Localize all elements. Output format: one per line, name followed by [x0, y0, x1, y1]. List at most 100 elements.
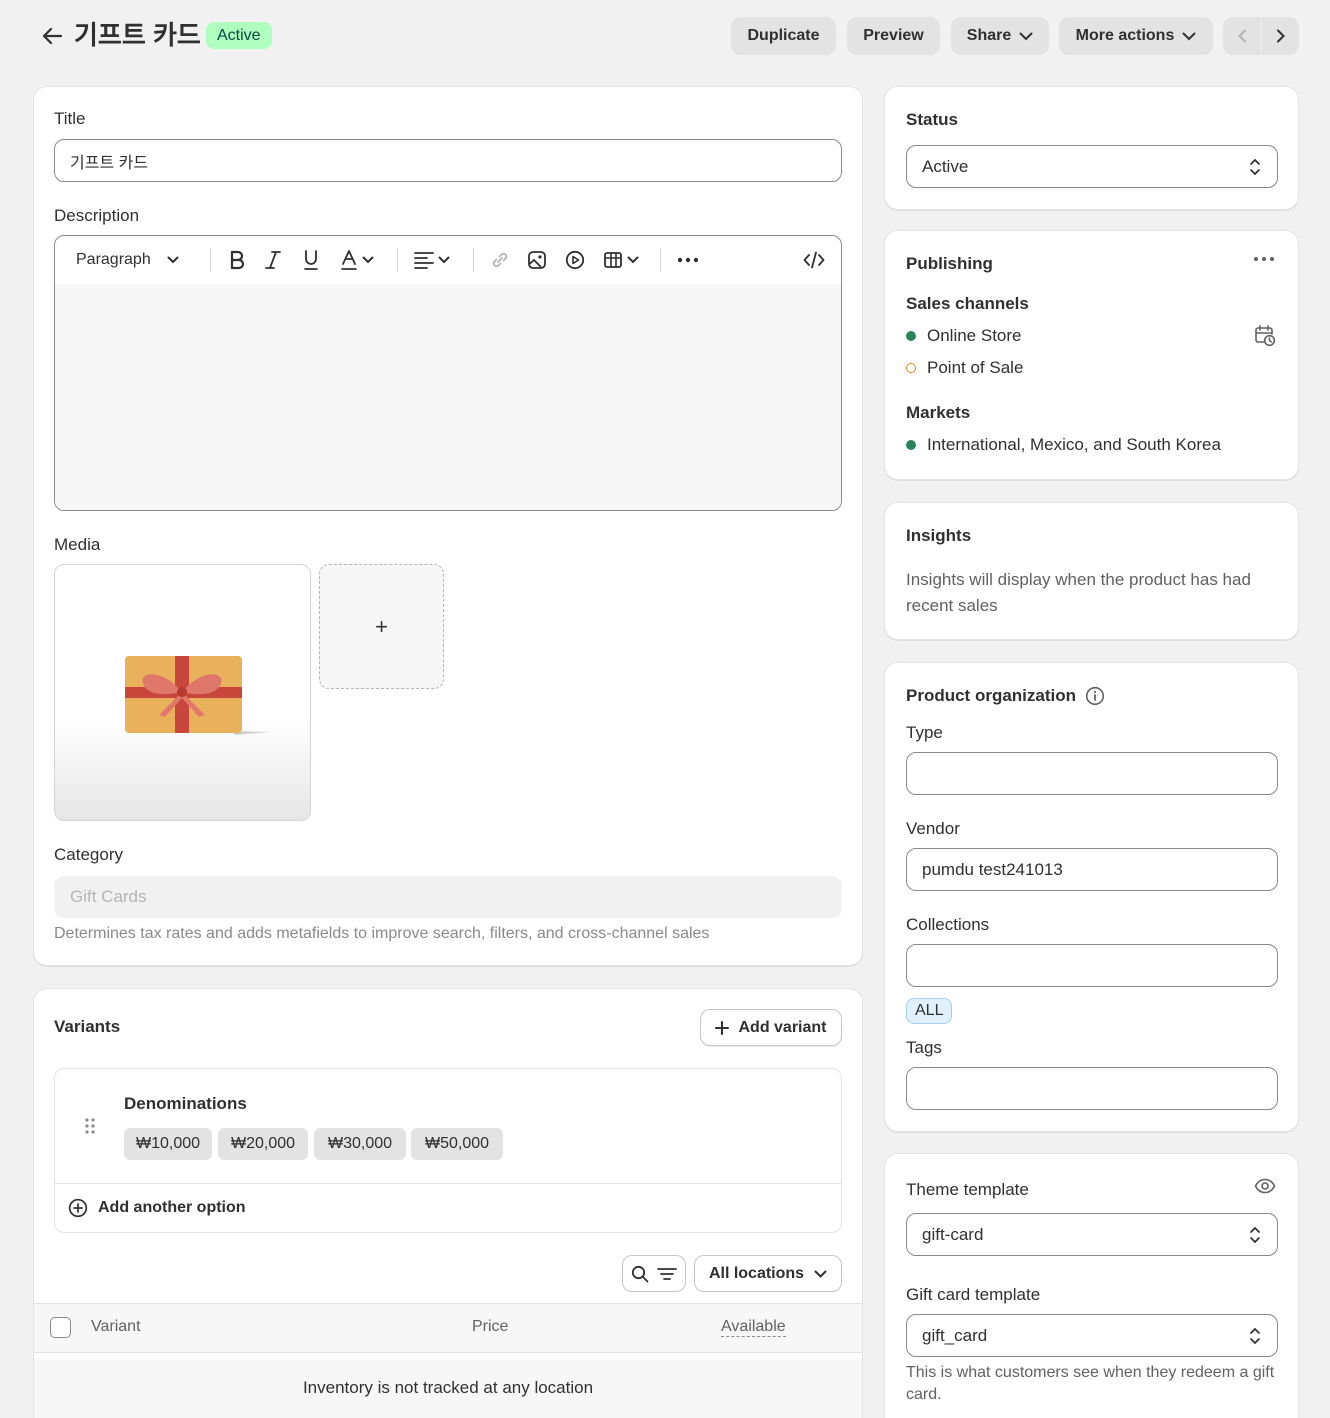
share-button[interactable]: Share [951, 17, 1049, 55]
gift-card-template-value: gift_card [922, 1325, 988, 1345]
collections-label: Collections [906, 915, 990, 934]
select-arrows-icon [1250, 1226, 1260, 1244]
more-actions-label: More actions [1075, 27, 1175, 44]
category-input[interactable]: Gift Cards [54, 876, 842, 918]
image-icon [528, 251, 546, 269]
media-thumbnail[interactable] [54, 564, 311, 821]
gift-card-template-label: Gift card template [906, 1285, 1041, 1304]
option-value-chip[interactable]: ₩30,000 [314, 1128, 406, 1160]
filter-icon [657, 1267, 677, 1280]
preview-button[interactable]: Preview [847, 17, 940, 55]
tags-input[interactable] [906, 1067, 1278, 1110]
locations-dropdown[interactable]: All locations [694, 1255, 842, 1292]
more-actions-button[interactable]: More actions [1059, 17, 1213, 55]
link-icon [492, 252, 508, 268]
column-header-price[interactable]: Price [472, 1318, 508, 1336]
add-media-button[interactable]: + [319, 564, 444, 689]
type-input[interactable] [906, 752, 1278, 795]
chevron-down-icon [438, 256, 450, 264]
markets-list: International, Mexico, and South Korea [906, 435, 1221, 455]
more-formatting-button[interactable] [677, 247, 699, 273]
drag-handle-icon[interactable] [84, 1117, 96, 1135]
product-organization-heading: Product organization [906, 686, 1076, 705]
previous-product-button[interactable] [1223, 17, 1261, 55]
chevron-down-icon [814, 1270, 827, 1278]
align-button[interactable] [414, 247, 450, 273]
gift-card-image [125, 656, 270, 735]
description-editor [54, 235, 842, 511]
theme-template-label: Theme template [906, 1180, 1029, 1199]
select-all-checkbox[interactable] [50, 1317, 71, 1338]
chevron-down-icon [362, 256, 374, 264]
add-variant-button[interactable]: Add variant [700, 1009, 842, 1046]
info-icon[interactable] [1085, 686, 1105, 706]
vendor-label: Vendor [906, 819, 960, 838]
search-filter-button[interactable] [622, 1255, 686, 1292]
empty-inventory-message: Inventory is not tracked at any location [302, 1378, 594, 1397]
duplicate-button[interactable]: Duplicate [731, 17, 836, 55]
publishing-menu-button[interactable] [1253, 256, 1275, 262]
editor-body[interactable] [55, 284, 841, 510]
add-another-option-button[interactable]: Add another option [68, 1196, 246, 1220]
select-arrows-icon [1250, 158, 1260, 176]
markets-label: Markets [906, 403, 971, 422]
channel-online-store: Online Store [906, 326, 1022, 346]
column-header-variant[interactable]: Variant [91, 1318, 141, 1336]
paragraph-format-dropdown[interactable]: Paragraph [76, 247, 179, 273]
option-value-chip[interactable]: ₩10,000 [124, 1128, 212, 1160]
option-value-chip[interactable]: ₩50,000 [411, 1128, 503, 1160]
insights-text: Insights will display when the product h… [906, 570, 1251, 615]
markets-value: International, Mexico, and South Korea [927, 435, 1221, 454]
text-color-button[interactable] [340, 247, 374, 273]
chevron-right-icon [1277, 29, 1285, 43]
product-details-card [33, 86, 863, 966]
theme-template-value: gift-card [922, 1224, 984, 1244]
inactive-status-dot [906, 363, 916, 373]
column-header-available[interactable]: Available [721, 1318, 786, 1337]
chevron-down-icon [1182, 32, 1196, 40]
tags-label: Tags [906, 1038, 942, 1057]
title-value: 기프트 카드 [70, 154, 149, 172]
bold-button[interactable] [228, 247, 246, 273]
back-button[interactable] [38, 22, 66, 50]
status-select[interactable]: Active [906, 145, 1278, 188]
add-option-label: Add another option [98, 1199, 246, 1216]
publishing-heading: Publishing [906, 254, 993, 273]
link-button[interactable] [490, 247, 510, 273]
next-product-button[interactable] [1262, 17, 1299, 55]
vendor-value: pumdu test241013 [922, 859, 1063, 879]
type-label: Type [906, 723, 943, 742]
underline-button[interactable] [302, 247, 320, 273]
insert-table-button[interactable] [603, 247, 639, 273]
italic-button[interactable] [264, 247, 282, 273]
toolbar-divider [660, 248, 661, 272]
schedule-publish-button[interactable] [1254, 325, 1276, 347]
page-title: 기프트 카드 [74, 20, 201, 50]
insert-video-button[interactable] [565, 247, 585, 273]
category-help-text: Determines tax rates and adds metafields… [54, 925, 710, 942]
chevron-down-icon [627, 256, 639, 264]
gift-card-template-select[interactable]: gift_card [906, 1314, 1278, 1357]
vendor-input[interactable]: pumdu test241013 [906, 848, 1278, 891]
italic-icon [265, 251, 281, 269]
option-value-chip[interactable]: ₩20,000 [218, 1128, 308, 1160]
theme-template-select[interactable]: gift-card [906, 1213, 1278, 1256]
status-heading: Status [906, 110, 958, 129]
chevron-down-icon [1019, 32, 1033, 40]
collection-tag[interactable]: ALL [906, 998, 953, 1024]
html-code-button[interactable] [803, 247, 825, 273]
duplicate-label: Duplicate [747, 27, 820, 44]
insert-image-button[interactable] [527, 247, 547, 273]
preview-template-button[interactable] [1254, 1178, 1276, 1194]
more-horizontal-icon [1254, 257, 1274, 261]
plus-icon: + [375, 613, 388, 639]
search-icon [631, 1265, 649, 1282]
option-name: Denominations [124, 1094, 247, 1113]
table-icon [604, 252, 622, 268]
title-input[interactable]: 기프트 카드 [54, 139, 842, 182]
description-label: Description [54, 206, 140, 225]
chevron-left-icon [1237, 29, 1246, 43]
collections-input[interactable] [906, 944, 1278, 987]
title-label: Title [54, 109, 86, 128]
channel-name: Online Store [927, 326, 1022, 345]
